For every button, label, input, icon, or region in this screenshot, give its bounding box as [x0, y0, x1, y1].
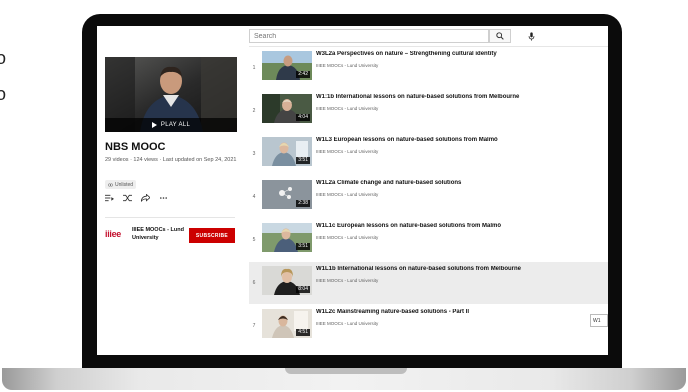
video-channel[interactable]: IIIEE MOOCs - Lund University: [316, 149, 378, 154]
sidebar-divider: [105, 217, 235, 218]
play-icon: [151, 122, 157, 128]
video-thumbnail[interactable]: 3:51: [262, 223, 312, 252]
hover-tooltip: W1: [590, 314, 608, 327]
video-thumbnail[interactable]: 8:04: [262, 266, 312, 295]
playlist-cover[interactable]: PLAY ALL: [105, 57, 237, 132]
video-thumbnail[interactable]: 4:51: [262, 309, 312, 338]
share-icon[interactable]: [141, 194, 150, 202]
playlist-meta: 29 videos · 124 views · Last updated on …: [105, 157, 237, 163]
laptop-screen: PLAY ALL NBS MOOC 29 videos · 124 views …: [97, 26, 608, 355]
video-duration: 2:42: [296, 71, 310, 78]
search-bar: [249, 28, 608, 47]
video-duration: 3:51: [296, 243, 310, 250]
play-all-overlay[interactable]: PLAY ALL: [105, 118, 237, 132]
video-channel[interactable]: IIIEE MOOCs - Lund University: [316, 63, 378, 68]
video-thumbnail[interactable]: 3:51: [262, 137, 312, 166]
video-title[interactable]: W1L2c Mainstreaming nature-based solutio…: [316, 309, 604, 315]
search-input[interactable]: [249, 29, 489, 43]
video-title[interactable]: W1L3 European lessons on nature-based so…: [316, 137, 604, 143]
item-index: 7: [252, 323, 256, 329]
channel-logo[interactable]: iiiee: [105, 229, 121, 239]
voice-search-button[interactable]: [525, 30, 537, 42]
video-duration: 2:38: [296, 200, 310, 207]
playlist-item-selected[interactable]: 6 8:04 W1L1b International lessons on na…: [249, 262, 608, 304]
edge-letter-bottom: o: [0, 84, 7, 104]
video-channel[interactable]: IIIEE MOOCs - Lund University: [316, 278, 378, 283]
playlist-item[interactable]: 7 4:51 W1L2c Mainstreaming nature-based …: [249, 305, 608, 347]
video-channel[interactable]: IIIEE MOOCs - Lund University: [316, 192, 378, 197]
laptop-notch: [285, 368, 407, 374]
playlist-title: NBS MOOC: [105, 141, 166, 153]
video-channel[interactable]: IIIEE MOOCs - Lund University: [316, 321, 378, 326]
playlist-item[interactable]: 1 2:42 W3L2a Perspectives on nature – St…: [249, 47, 608, 89]
item-index: 1: [252, 65, 256, 71]
video-title[interactable]: W1:1b International lessons on nature-ba…: [316, 94, 604, 100]
item-index: 2: [252, 108, 256, 114]
item-index: 4: [252, 194, 256, 200]
playlist-item[interactable]: 2 4:04 W1:1b International lessons on na…: [249, 90, 608, 132]
video-title[interactable]: W3L2a Perspectives on nature – Strengthe…: [316, 51, 604, 57]
playlist-item[interactable]: 5 3:51 W1L1c European lessons on nature-…: [249, 219, 608, 261]
playlist-actions: [105, 194, 168, 202]
privacy-badge: Unlisted: [105, 180, 137, 189]
item-index: 6: [252, 280, 256, 286]
video-duration: 4:04: [296, 114, 310, 121]
item-index: 5: [252, 237, 256, 243]
link-icon: [108, 183, 113, 186]
video-thumbnail[interactable]: 2:38: [262, 180, 312, 209]
playlist-sidebar: PLAY ALL NBS MOOC 29 videos · 124 views …: [97, 26, 249, 355]
edge-letter-top: o: [0, 48, 7, 68]
add-to-queue-icon[interactable]: [105, 194, 114, 202]
playlist-item[interactable]: 3 3:51 W1L3 European lessons on nature-b…: [249, 133, 608, 175]
video-title[interactable]: W1L1c European lessons on nature-based s…: [316, 223, 604, 229]
more-options-icon[interactable]: [159, 194, 168, 202]
search-button[interactable]: [489, 29, 511, 43]
privacy-badge-label: Unlisted: [115, 181, 134, 188]
search-icon: [496, 32, 504, 40]
video-thumbnail[interactable]: 4:04: [262, 94, 312, 123]
video-duration: 3:51: [296, 157, 310, 164]
laptop-base: [2, 368, 686, 390]
item-index: 3: [252, 151, 256, 157]
channel-name[interactable]: IIIEE MOOCs - Lund University: [132, 226, 184, 242]
video-duration: 4:51: [296, 329, 310, 336]
video-title[interactable]: W1L1b International lessons on nature-ba…: [316, 266, 604, 272]
video-channel[interactable]: IIIEE MOOCs - Lund University: [316, 235, 378, 240]
video-thumbnail[interactable]: 2:42: [262, 51, 312, 80]
shuffle-icon[interactable]: [123, 194, 132, 202]
play-all-label: PLAY ALL: [160, 122, 191, 128]
playlist-video-list: 1 2:42 W3L2a Perspectives on nature – St…: [249, 47, 608, 355]
video-title[interactable]: W1L2a Climate change and nature-based so…: [316, 180, 604, 186]
video-channel[interactable]: IIIEE MOOCs - Lund University: [316, 106, 378, 111]
playlist-item[interactable]: 4 2:38 W1L2a Climate change and nature-b…: [249, 176, 608, 218]
video-duration: 8:04: [296, 286, 310, 293]
microphone-icon: [528, 31, 534, 41]
subscribe-button[interactable]: SUBSCRIBE: [189, 228, 235, 243]
